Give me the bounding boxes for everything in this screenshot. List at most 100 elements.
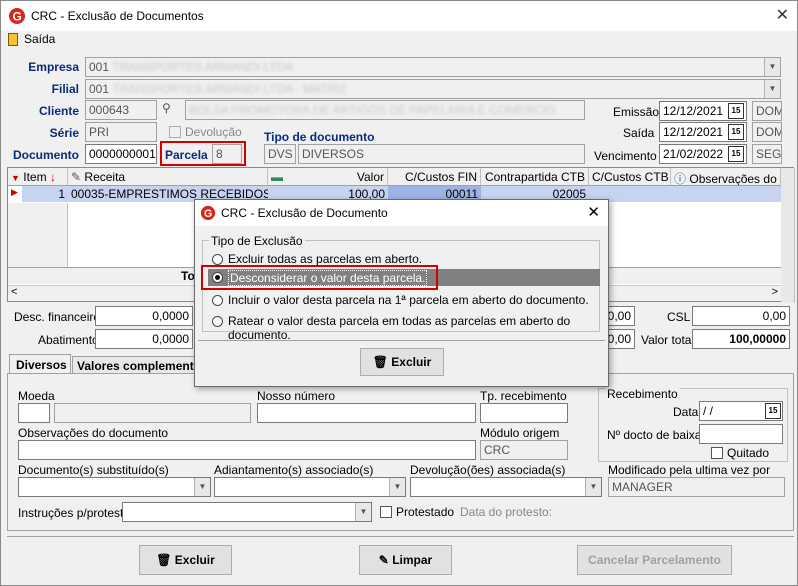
saida-label: Saída: [623, 126, 655, 140]
chevron-down-icon[interactable]: ▼: [355, 503, 371, 521]
calendar-icon[interactable]: 15: [728, 103, 744, 119]
filial-select[interactable]: 001 TRANSPORTES ARMANDI LTDA - MATRIZ ▼: [85, 79, 781, 99]
menu-bar: Saída: [1, 31, 797, 49]
empresa-select[interactable]: 001 TRANSPORTES ARMANDI LTDA ▼: [85, 57, 781, 77]
modulo-origem-field: CRC: [480, 440, 568, 460]
calendar-icon[interactable]: 15: [765, 403, 781, 419]
cell-item[interactable]: 1: [22, 186, 68, 202]
protestado-checkbox[interactable]: [380, 506, 392, 518]
info-icon: ⓘ: [674, 172, 687, 186]
tab-valores-complementares[interactable]: Valores complementa: [72, 356, 197, 373]
option-excluir-todas-label[interactable]: Excluir todas as parcelas em aberto.: [228, 252, 422, 266]
menu-exit[interactable]: Saída: [24, 32, 55, 46]
vencimento-day-field: SEG: [752, 144, 782, 164]
tipo-exclusao-label: Tipo de Exclusão: [209, 234, 305, 248]
calendar-icon[interactable]: 15: [728, 146, 744, 162]
n-docto-baixa-field[interactable]: [699, 424, 783, 444]
cliente-label: Cliente: [38, 104, 79, 118]
scroll-left-icon[interactable]: <: [11, 286, 17, 298]
sort-down-icon: ▼: [11, 173, 20, 183]
binoculars-icon[interactable]: ⚲: [162, 101, 180, 119]
desc-financeiro-field[interactable]: 0,0000: [95, 306, 193, 326]
option-ratear-radio[interactable]: [212, 316, 223, 327]
tp-recebimento-field[interactable]: [480, 403, 568, 423]
window-title: CRC - Exclusão de Documentos: [31, 9, 204, 23]
scroll-right-icon[interactable]: >: [772, 286, 778, 298]
edit-icon: ✎: [71, 170, 82, 184]
quitado-checkbox[interactable]: [711, 447, 723, 459]
broom-icon: ✎: [378, 553, 389, 567]
quitado-label: Quitado: [727, 446, 770, 460]
obs-documento-field[interactable]: [18, 440, 476, 460]
close-icon[interactable]: ✕: [776, 5, 789, 25]
devolucao-assoc-select[interactable]: ▼: [410, 477, 602, 497]
nosso-numero-field[interactable]: [257, 403, 476, 423]
instrucoes-protesto-select[interactable]: ▼: [122, 502, 372, 522]
column-header-ccfin[interactable]: C/Custos FIN: [388, 168, 481, 186]
chevron-down-icon[interactable]: ▼: [194, 478, 210, 496]
chevron-down-icon[interactable]: ▼: [764, 58, 780, 76]
exclusao-dialog: G CRC - Exclusão de Documento ✕ Tipo de …: [194, 199, 609, 387]
documento-label: Documento: [13, 148, 79, 162]
chevron-down-icon[interactable]: ▼: [764, 80, 780, 98]
dialog-close-icon[interactable]: ✕: [587, 203, 600, 221]
moeda-code-field[interactable]: [18, 403, 50, 423]
cliente-code-field[interactable]: 000643: [85, 100, 157, 120]
title-bar: G CRC - Exclusão de Documentos ✕: [1, 1, 797, 31]
dialog-title: CRC - Exclusão de Documento: [221, 206, 388, 220]
desconsiderar-highlight: [201, 265, 438, 290]
option-ratear-label[interactable]: Ratear o valor desta parcela em todas as…: [228, 314, 608, 342]
emissao-label: Emissão: [613, 105, 660, 119]
row-header-blank: [8, 203, 68, 267]
devolucao-checkbox[interactable]: [169, 126, 181, 138]
vertical-scrollbar[interactable]: [781, 168, 795, 303]
column-header-valor[interactable]: ▬ Valor: [268, 168, 388, 186]
doc-substituido-select[interactable]: ▼: [18, 477, 211, 497]
devolucao-label: Devolução: [185, 125, 242, 139]
modulo-origem-label: Módulo origem: [480, 426, 560, 440]
option-incluir-label[interactable]: Incluir o valor desta parcela na 1ª parc…: [228, 293, 589, 307]
footer-divider: [7, 536, 794, 537]
cancelar-parcelamento-button[interactable]: Cancelar Parcelamento: [577, 545, 732, 575]
tipo-doc-code-field: DVS: [264, 144, 296, 164]
door-exit-icon[interactable]: [8, 33, 18, 46]
documento-field[interactable]: 0000000001: [85, 144, 157, 164]
money-icon: ▬: [271, 170, 283, 184]
nosso-numero-label: Nosso número: [257, 389, 336, 403]
modificado-label: Modificado pela ultima vez por: [608, 463, 771, 477]
abatimento-field[interactable]: 0,0000: [95, 329, 193, 349]
column-header-contrapartida[interactable]: Contrapartida CTB: [481, 168, 589, 186]
trash-icon: 🗑: [372, 355, 388, 369]
cell-obs[interactable]: [671, 186, 781, 202]
filial-label: Filial: [51, 82, 79, 96]
adiantamento-select[interactable]: ▼: [214, 477, 406, 497]
excluir-button[interactable]: 🗑 Excluir: [139, 545, 232, 575]
chevron-down-icon[interactable]: ▼: [389, 478, 405, 496]
devolucao-assoc-label: Devolução(ões) associada(s): [410, 463, 566, 477]
serie-field[interactable]: PRI: [85, 122, 157, 142]
limpar-button[interactable]: ✎ Limpar: [359, 545, 452, 575]
calendar-icon[interactable]: 15: [728, 124, 744, 140]
column-header-obs[interactable]: ⓘ Observações do ite: [671, 168, 781, 186]
column-header-receita[interactable]: ✎ Receita: [68, 168, 268, 186]
total-label: To: [181, 269, 195, 283]
option-excluir-todas-radio[interactable]: [212, 254, 223, 265]
crc-logo-icon: G: [200, 205, 216, 221]
dialog-excluir-button[interactable]: 🗑 Excluir: [360, 348, 444, 376]
cliente-name-field: BOLSA PROMOTORA DE ARTIGOS DE PAPELARIA …: [185, 100, 585, 120]
column-header-item[interactable]: ▼ Item ↓: [8, 168, 68, 186]
adiantamento-label: Adiantamento(s) associado(s): [214, 463, 374, 477]
column-header-ccctb[interactable]: C/Custos CTB: [589, 168, 671, 186]
recebimento-group: Recebimento Data / / 15 Nº docto de baix…: [598, 387, 788, 462]
option-incluir-radio[interactable]: [212, 295, 223, 306]
n-docto-baixa-label: Nº docto de baixa: [607, 428, 702, 442]
empresa-label: Empresa: [28, 60, 79, 74]
trash-icon: 🗑: [156, 553, 172, 567]
parcela-field[interactable]: 8: [212, 144, 242, 164]
moeda-label: Moeda: [18, 389, 55, 403]
instrucoes-protesto-label: Instruções p/protesto: [18, 506, 131, 520]
chevron-down-icon[interactable]: ▼: [585, 478, 601, 496]
csl-field[interactable]: 0,00: [692, 306, 790, 326]
vencimento-label: Vencimento: [594, 149, 657, 163]
tab-diversos[interactable]: Diversos: [9, 354, 71, 374]
